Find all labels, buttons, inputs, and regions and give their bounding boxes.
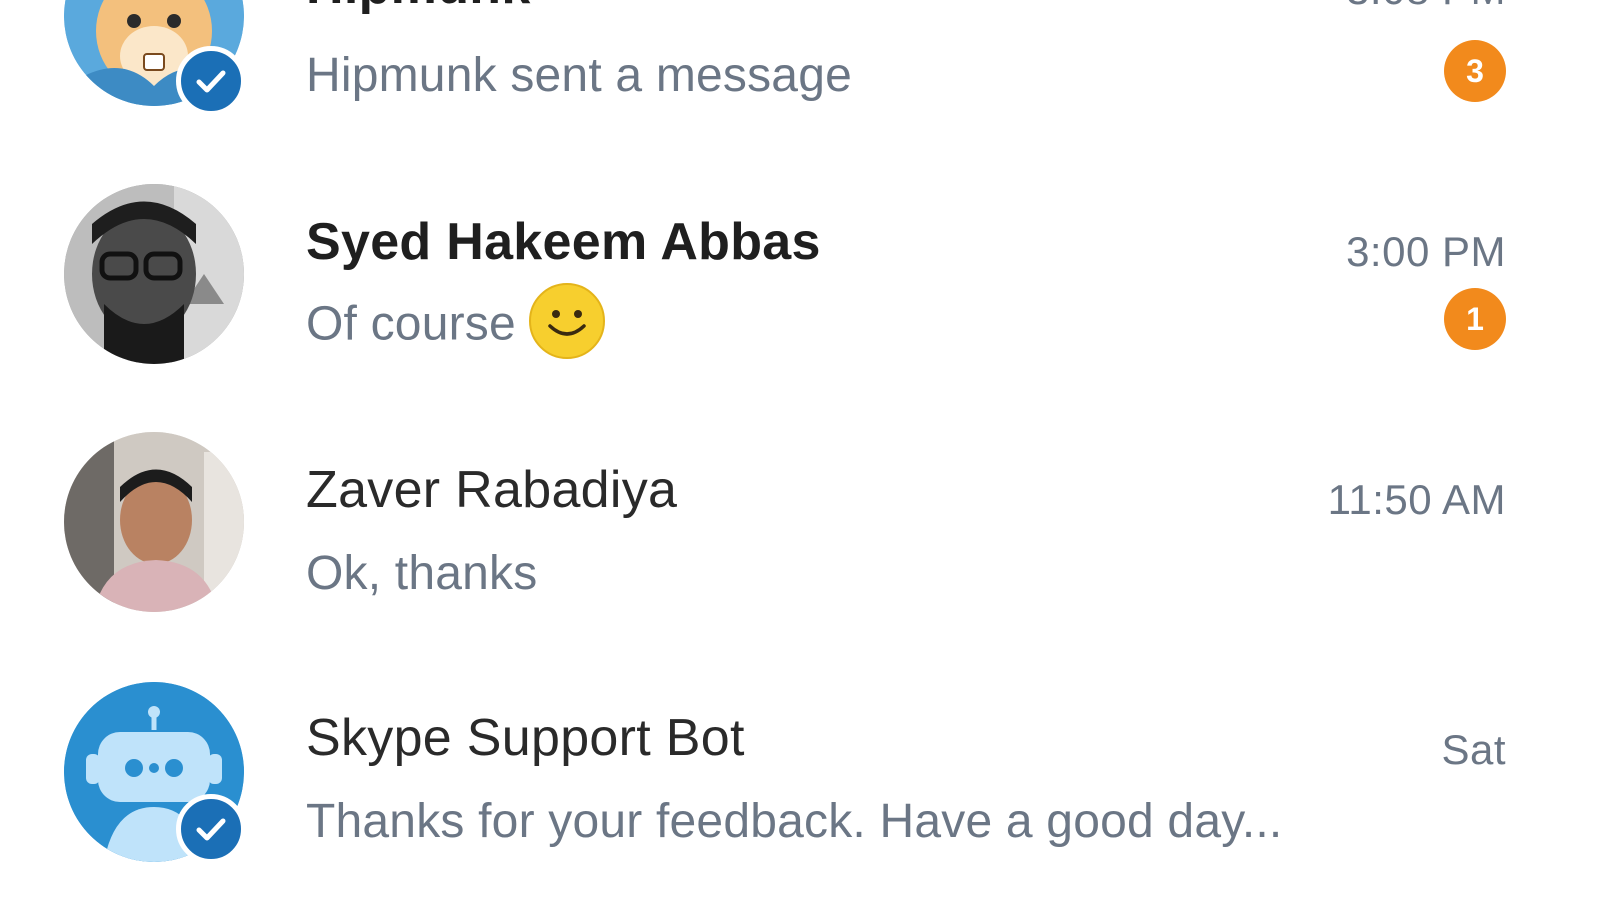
contact-name: Hipmunk bbox=[306, 0, 531, 16]
message-time: 11:50 AM bbox=[1327, 476, 1506, 523]
contact-name: Syed Hakeem Abbas bbox=[306, 213, 821, 271]
conversation-row-skype-support-bot[interactable]: Skype Support Bot Thanks for your feedba… bbox=[0, 670, 1600, 900]
message-preview-text: Of course bbox=[306, 297, 516, 351]
message-time: Sat bbox=[1441, 726, 1506, 773]
contact-avatar[interactable] bbox=[64, 432, 244, 612]
unread-count-badge: 3 bbox=[1444, 40, 1506, 102]
conversation-row-syed-hakeem-abbas[interactable]: Syed Hakeem Abbas Of course 3:00 PM 1 bbox=[0, 170, 1600, 418]
message-time: 3:00 PM bbox=[1346, 228, 1506, 275]
message-preview: Hipmunk sent a message bbox=[306, 49, 852, 102]
conversation-list: Hipmunk Hipmunk sent a message 3:08 PM 3… bbox=[0, 0, 1600, 900]
message-preview: Ok, thanks bbox=[306, 547, 538, 600]
message-preview: Of course bbox=[306, 283, 606, 360]
contact-avatar[interactable] bbox=[64, 184, 244, 364]
verified-check-icon bbox=[176, 794, 246, 864]
conversation-row-hipmunk[interactable]: Hipmunk Hipmunk sent a message 3:08 PM 3 bbox=[0, 0, 1600, 188]
message-time: 3:08 PM bbox=[1346, 0, 1506, 14]
message-preview: Thanks for your feedback. Have a good da… bbox=[306, 795, 1283, 848]
verified-check-icon bbox=[176, 46, 246, 116]
contact-name: Zaver Rabadiya bbox=[306, 461, 678, 519]
conversation-row-zaver-rabadiya[interactable]: Zaver Rabadiya Ok, thanks 11:50 AM bbox=[0, 420, 1600, 668]
smile-emoji-icon bbox=[528, 283, 605, 359]
contact-name: Skype Support Bot bbox=[306, 709, 745, 767]
unread-count-badge: 1 bbox=[1444, 288, 1506, 350]
